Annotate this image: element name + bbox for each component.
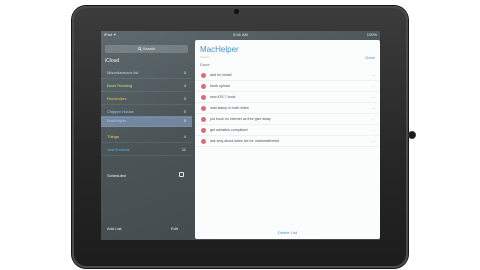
edit-button[interactable]: Edit	[171, 226, 178, 231]
task-row[interactable]: get websites completed —	[195, 125, 380, 136]
list-item-label: Things	[107, 134, 120, 139]
battery-label: 100%	[366, 32, 377, 37]
list-item-label: Reminders	[107, 96, 127, 101]
checkbox-icon[interactable]	[201, 139, 206, 144]
list-item-count: 4	[183, 134, 186, 139]
search-field[interactable]: Search	[105, 45, 188, 53]
list-item-label: Just Errands	[107, 147, 130, 152]
list-item-label: Miscellaneous list	[107, 70, 139, 75]
home-button[interactable]	[409, 132, 415, 138]
section-title-icloud: iCloud	[105, 58, 120, 64]
task-more: —	[371, 84, 376, 88]
task-row[interactable]: add for install —	[195, 70, 380, 81]
checkbox-icon[interactable]	[201, 128, 206, 133]
status-bar: iPad ✦ 9:41 AM 100%	[101, 31, 380, 38]
task-label: ask amy about sales tax for macheatsheet…	[210, 139, 280, 143]
checkbox-icon[interactable]	[201, 73, 206, 78]
task-label: mail stamp to both sides	[210, 106, 249, 110]
done-button[interactable]: Done	[365, 55, 375, 60]
task-more: —	[371, 95, 376, 99]
list-item-machelper[interactable]: MacHelper 9	[101, 116, 192, 127]
task-label: put book on internet as free give away	[210, 117, 271, 121]
camera-icon	[234, 9, 239, 14]
list-item-count: 4	[183, 83, 186, 88]
list-item-count: 0	[183, 70, 186, 75]
task-row[interactable]: mail stamp to both sides —	[195, 103, 380, 114]
list-item-count: 0	[183, 96, 186, 101]
task-more: —	[371, 73, 376, 77]
task-more: —	[371, 106, 376, 110]
delete-list-button[interactable]: Delete List	[195, 230, 380, 235]
list-item-label: MacHelper	[107, 118, 127, 123]
list-item-count: 11	[181, 147, 186, 152]
list-item-book-reading[interactable]: Book Reading 4	[101, 81, 192, 92]
checkbox-icon[interactable]	[201, 106, 206, 111]
list-item-count: 9	[183, 118, 186, 123]
search-label: Search	[142, 46, 156, 51]
sidebar: Search iCloud Miscellaneous list 0 Book …	[101, 38, 192, 240]
carrier-label: iPad ✦	[104, 32, 117, 37]
checkbox-icon[interactable]	[201, 117, 206, 122]
task-label: add for install	[210, 73, 232, 77]
status-time: 9:41 AM	[233, 32, 248, 37]
item-count: 9 items	[200, 55, 210, 59]
task-more: —	[371, 117, 376, 121]
task-label: get websites completed	[210, 128, 248, 132]
task-row[interactable]: blurb upload —	[195, 81, 380, 92]
checkbox-icon[interactable]	[201, 95, 206, 100]
list-item-just-errands[interactable]: Just Errands 11	[101, 145, 192, 156]
task-more: —	[371, 128, 376, 132]
list-item-reminders[interactable]: Reminders 0	[101, 94, 192, 105]
list-detail-panel: MacHelper 9 items Done Done add for inst…	[195, 40, 380, 239]
task-row[interactable]: put book on internet as free give away —	[195, 114, 380, 125]
task-more: —	[371, 139, 376, 143]
scheduled-item[interactable]: Scheduled	[107, 173, 126, 178]
calendar-icon	[179, 172, 184, 177]
search-icon	[137, 47, 142, 51]
page-title: MacHelper	[200, 45, 239, 54]
task-row[interactable]: ask amy about sales tax for macheatsheet…	[195, 136, 380, 147]
list-item-things[interactable]: Things 4	[101, 132, 192, 143]
task-label: blurb upload	[210, 84, 230, 88]
task-row[interactable]: new iOS 7 book —	[195, 92, 380, 103]
checkbox-icon[interactable]	[201, 84, 206, 89]
section-label: Done	[200, 62, 210, 67]
add-list-button[interactable]: Add List	[107, 226, 121, 231]
list-item-label: Book Reading	[107, 83, 133, 88]
task-label: new iOS 7 book	[210, 95, 236, 99]
screen: iPad ✦ 9:41 AM 100% Search iCloud Miscel…	[101, 31, 380, 240]
list-item-miscellaneous[interactable]: Miscellaneous list 0	[101, 68, 192, 79]
